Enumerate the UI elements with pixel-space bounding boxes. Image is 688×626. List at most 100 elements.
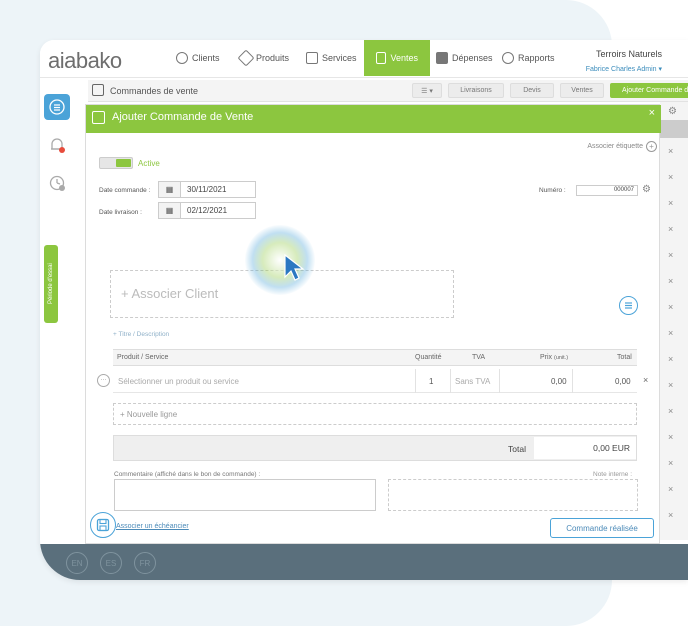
history-button[interactable] xyxy=(44,170,70,196)
lang-en-button[interactable]: EN xyxy=(66,552,88,574)
title-description-link[interactable]: + Titre / Description xyxy=(113,331,169,338)
calendar-icon: ▦ xyxy=(159,203,181,218)
table-row: Sélectionner un produit ou service 1 San… xyxy=(113,369,637,393)
internal-note-label: Note interne : xyxy=(593,471,633,478)
list-view-button[interactable]: ☰ ▾ xyxy=(412,83,442,98)
nav-rapports[interactable]: Rapports xyxy=(502,40,555,76)
header-price: Prix xyxy=(540,354,553,361)
footer-bar: EN ES FR xyxy=(40,544,688,580)
header-product: Produit / Service xyxy=(117,354,169,361)
delete-row-icon[interactable]: × xyxy=(643,375,648,385)
total-value: 0,00 EUR xyxy=(534,437,636,459)
status-toggle[interactable] xyxy=(99,157,133,169)
remove-row-icon[interactable]: × xyxy=(668,302,673,312)
history-icon xyxy=(49,175,65,191)
delivery-date-field[interactable]: ▦ 02/12/2021 xyxy=(158,202,256,219)
options-menu-button[interactable] xyxy=(619,296,638,315)
remove-row-icon[interactable]: × xyxy=(668,510,673,520)
lang-fr-button[interactable]: FR xyxy=(134,552,156,574)
add-line-button[interactable]: + Nouvelle ligne xyxy=(113,403,637,425)
associate-schedule-link[interactable]: Associer un échéancier xyxy=(116,523,189,530)
invoice-icon xyxy=(376,52,387,64)
nav-clients[interactable]: Clients xyxy=(176,40,220,76)
order-date-field[interactable]: ▦ 30/11/2021 xyxy=(158,181,256,198)
trial-period-tab[interactable]: Période d'essai xyxy=(44,245,58,323)
number-label: Numéro : xyxy=(539,187,566,194)
notifications-button[interactable] xyxy=(44,132,70,158)
remove-row-icon[interactable]: × xyxy=(668,406,673,416)
remove-row-icon[interactable]: × xyxy=(668,380,673,390)
left-sidebar: Période d'essai xyxy=(40,80,84,540)
remove-row-icon[interactable]: × xyxy=(668,172,673,182)
calendar-icon: ▦ xyxy=(159,182,181,197)
nav-ventes-label: Ventes xyxy=(390,53,418,63)
plus-icon[interactable]: + xyxy=(646,141,657,152)
header-quantity: Quantité xyxy=(415,354,442,361)
total-label: Total xyxy=(508,444,526,454)
tva-select[interactable]: Sans TVA xyxy=(455,377,490,386)
associate-client-link[interactable]: + Associer Client xyxy=(121,286,218,301)
items-table-header: Produit / Service Quantité TVA Prix (uni… xyxy=(113,349,637,366)
remove-row-icon[interactable]: × xyxy=(668,276,673,286)
comment-textarea[interactable] xyxy=(114,479,376,511)
comment-label: Commentaire (affiché dans le bon de comm… xyxy=(114,471,261,478)
gear-icon[interactable]: ⚙ xyxy=(642,184,651,195)
product-select[interactable]: Sélectionner un produit ou service xyxy=(118,377,239,386)
number-field[interactable]: 000007 xyxy=(576,185,638,196)
nav-ventes[interactable]: Ventes xyxy=(364,40,430,76)
receipt-icon xyxy=(436,52,448,64)
order-date-value: 30/11/2021 xyxy=(187,185,227,194)
app-window: aiabako Clients Produits Services Ventes… xyxy=(40,40,688,580)
header-tva: TVA xyxy=(472,354,486,361)
menu-toggle-button[interactable] xyxy=(44,94,70,120)
devis-button[interactable]: Devis xyxy=(510,83,554,98)
remove-row-icon[interactable]: × xyxy=(668,484,673,494)
remove-row-icon[interactable]: × xyxy=(668,458,673,468)
nav-depenses-label: Dépenses xyxy=(452,53,493,63)
add-line-label: + Nouvelle ligne xyxy=(120,410,178,419)
remove-row-icon[interactable]: × xyxy=(668,198,673,208)
associate-tag-link[interactable]: Associer étiquette xyxy=(587,143,643,150)
internal-note-textarea[interactable] xyxy=(388,479,638,511)
remove-row-icon[interactable]: × xyxy=(668,432,673,442)
order-date-label: Date commande : xyxy=(99,187,151,194)
nav-clients-label: Clients xyxy=(192,53,220,63)
row-options-icon[interactable]: ··· xyxy=(97,374,110,387)
right-list-column: ⚙ × × × × × × × × × × × × × × × xyxy=(660,102,688,540)
add-sales-order-button[interactable]: Ajouter Commande de Vente xyxy=(610,83,688,98)
livraisons-button[interactable]: Livraisons xyxy=(448,83,504,98)
quantity-input[interactable]: 1 xyxy=(429,377,433,386)
sub-toolbar: Commandes de vente ☰ ▾ Livraisons Devis … xyxy=(88,80,688,102)
modal-title: Ajouter Commande de Vente xyxy=(112,111,254,123)
user-menu[interactable]: Fabrice Charles Admin ▾ xyxy=(586,65,662,73)
row-total: 0,00 xyxy=(615,377,631,386)
lang-es-button[interactable]: ES xyxy=(100,552,122,574)
remove-row-icon[interactable]: × xyxy=(668,250,673,260)
save-button[interactable] xyxy=(90,512,116,538)
top-navbar: aiabako Clients Produits Services Ventes… xyxy=(40,40,688,78)
chart-icon xyxy=(502,52,514,64)
remove-row-icon[interactable]: × xyxy=(668,146,673,156)
price-input[interactable]: 0,00 xyxy=(551,377,567,386)
tag-icon xyxy=(237,49,255,67)
remove-row-icon[interactable]: × xyxy=(668,224,673,234)
section-title: Commandes de vente xyxy=(110,86,199,96)
person-icon xyxy=(176,52,188,64)
remove-row-icon[interactable]: × xyxy=(668,328,673,338)
order-completed-button[interactable]: Commande réalisée xyxy=(550,518,654,538)
nav-depenses[interactable]: Dépenses xyxy=(436,40,493,76)
close-icon[interactable]: × xyxy=(649,107,655,119)
delivery-date-value: 02/12/2021 xyxy=(187,206,228,215)
cube-icon xyxy=(92,84,104,96)
ventes-button[interactable]: Ventes xyxy=(560,83,604,98)
nav-produits[interactable]: Produits xyxy=(237,40,289,76)
remove-row-icon[interactable]: × xyxy=(668,354,673,364)
modal-header: Ajouter Commande de Vente × xyxy=(86,105,661,133)
header-price-unit: (unit.) xyxy=(554,355,569,361)
bell-icon xyxy=(51,138,65,153)
menu-icon xyxy=(49,99,65,115)
gear-icon[interactable]: ⚙ xyxy=(668,106,677,117)
nav-services[interactable]: Services xyxy=(306,40,357,76)
cursor-arrow-icon xyxy=(284,253,305,281)
app-logo: aiabako xyxy=(48,48,122,73)
